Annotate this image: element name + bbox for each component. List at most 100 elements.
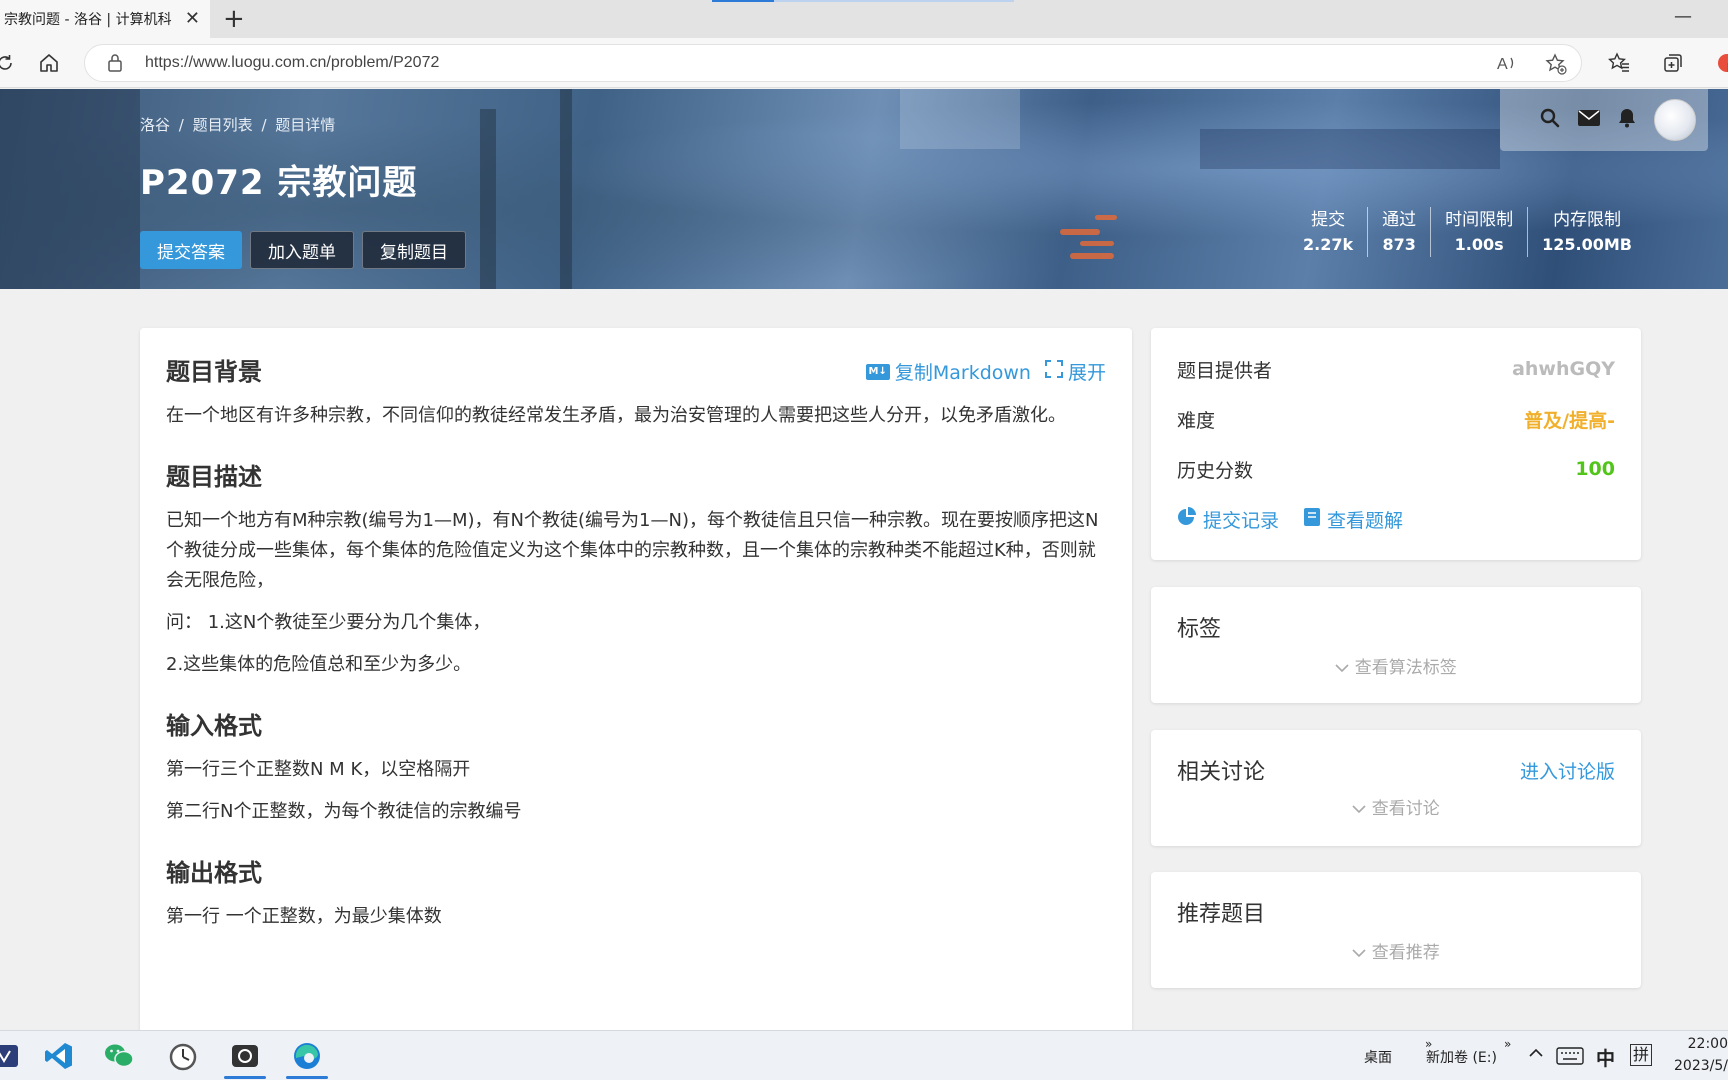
- view-tags-label: 查看算法标签: [1354, 658, 1457, 678]
- banner-texture: [0, 89, 140, 289]
- read-aloud-icon[interactable]: A: [1497, 53, 1519, 77]
- expand-icon: [1044, 360, 1063, 383]
- page-title: P2072 宗教问题: [140, 163, 418, 203]
- wechat-icon[interactable]: [92, 1031, 146, 1080]
- view-recommend-toggle[interactable]: 查看推荐: [1151, 938, 1641, 963]
- problem-stats: 提交 2.27k 通过 873 时间限制 1.00s 内存限制 125.00MB: [1289, 207, 1646, 257]
- edge-browser-icon[interactable]: [280, 1031, 334, 1080]
- score-row: 历史分数 100: [1151, 444, 1641, 494]
- problem-content-card: M↓ 复制Markdown 展开 题目背景 在一个地区有许多种宗教，不同信仰的教…: [140, 328, 1132, 1048]
- provider-row: 题目提供者 ahwhGQY: [1151, 344, 1641, 394]
- view-solutions-link[interactable]: 查看题解: [1303, 506, 1403, 533]
- copy-markdown-label: 复制Markdown: [894, 362, 1031, 384]
- system-clock[interactable]: 22:00 2023/5/: [1668, 1033, 1728, 1077]
- add-to-list-button[interactable]: 加入题单: [250, 231, 354, 269]
- description-text: 已知一个地方有M种宗教(编号为1—M)，有N个教徒(编号为1—N)，每个教徒信且…: [166, 510, 1099, 591]
- provider-label: 题目提供者: [1177, 359, 1273, 382]
- mail-icon[interactable]: [1578, 110, 1600, 130]
- tab-close-icon[interactable]: ✕: [185, 9, 200, 29]
- breadcrumb-sep: /: [178, 116, 184, 134]
- home-icon[interactable]: [34, 48, 64, 78]
- banner-texture: [1095, 215, 1117, 220]
- browser-tab[interactable]: 宗教问题 - 洛谷 | 计算机科 ✕: [0, 0, 210, 38]
- tags-header: 标签: [1151, 587, 1641, 643]
- keyboard-icon[interactable]: [1556, 1047, 1584, 1069]
- chevron-right-icon: »: [1504, 1037, 1512, 1051]
- copy-markdown-button[interactable]: M↓ 复制Markdown: [865, 358, 1031, 385]
- banner-texture: [1070, 253, 1114, 259]
- stat-value: 2.27k: [1303, 235, 1354, 254]
- input-format-text: 第一行三个正整数N M K，以空格隔开: [166, 759, 471, 780]
- provider-name[interactable]: ahwhGQY: [1512, 358, 1615, 380]
- bell-icon[interactable]: [1618, 108, 1636, 132]
- breadcrumb-problem-list[interactable]: 题目列表: [193, 116, 253, 134]
- banner-texture: [1080, 241, 1114, 246]
- recommend-header: 推荐题目: [1151, 872, 1641, 928]
- drive-toolbar[interactable]: 新加卷 (E:): [1426, 1047, 1497, 1067]
- difficulty-row: 难度 普及/提高-: [1151, 394, 1641, 444]
- submission-records-label: 提交记录: [1203, 509, 1280, 532]
- desktop-toolbar[interactable]: 桌面: [1364, 1047, 1392, 1067]
- address-bar: https://www.luogu.com.cn/problem/P2072 A: [0, 38, 1728, 88]
- ime-language-indicator[interactable]: 中: [1596, 1044, 1615, 1071]
- minimize-icon[interactable]: —: [1674, 6, 1692, 27]
- description-text: 问： 1.这N个教徒至少要分为几个集体，: [166, 612, 491, 633]
- description-text: 2.这些集体的危险值总和至少为多少。: [166, 654, 472, 675]
- profile-icon[interactable]: [1712, 48, 1728, 78]
- stat-label: 内存限制: [1553, 210, 1622, 230]
- add-favorite-icon[interactable]: [1545, 53, 1567, 79]
- taskbar: 桌面 » 新加卷 (E:) » 中 拼 22:00 2023/5/: [0, 1030, 1728, 1080]
- favorites-icon[interactable]: [1604, 48, 1634, 78]
- tags-card: 标签 查看算法标签: [1151, 587, 1641, 703]
- stat-value: 873: [1382, 235, 1416, 254]
- browser-tab-bar: 宗教问题 - 洛谷 | 计算机科 ✕ + —: [0, 0, 1728, 38]
- copy-problem-button[interactable]: 复制题目: [362, 231, 466, 269]
- expand-button[interactable]: 展开: [1044, 358, 1106, 385]
- tags-title: 标签: [1177, 617, 1222, 642]
- background-text: 在一个地区有许多种宗教，不同信仰的教徒经常发生矛盾，最为治安管理的人需要把这些人…: [166, 405, 1066, 426]
- chevron-up-icon[interactable]: [1528, 1045, 1544, 1065]
- clock-app-icon[interactable]: [156, 1031, 210, 1080]
- section-heading-description: 题目描述: [166, 463, 262, 491]
- lock-icon[interactable]: [107, 53, 123, 77]
- ime-mode-indicator[interactable]: 拼: [1630, 1044, 1653, 1066]
- terminal-app-icon[interactable]: [218, 1031, 272, 1080]
- stat-value: 1.00s: [1454, 235, 1504, 254]
- enter-forum-link[interactable]: 进入讨论版: [1520, 757, 1615, 784]
- stat-label: 通过: [1382, 210, 1417, 230]
- discussion-header: 相关讨论 进入讨论版: [1151, 730, 1641, 786]
- view-tags-toggle[interactable]: 查看算法标签: [1151, 653, 1641, 678]
- breadcrumb: 洛谷 / 题目列表 / 题目详情: [140, 114, 339, 135]
- problem-info-card: 题目提供者 ahwhGQY 难度 普及/提高- 历史分数 100 提交记录 查看…: [1151, 328, 1641, 560]
- submit-answer-button[interactable]: 提交答案: [140, 231, 242, 269]
- search-icon[interactable]: [1540, 108, 1560, 132]
- chevron-down-icon: [1352, 943, 1371, 963]
- submission-records-link[interactable]: 提交记录: [1177, 506, 1279, 533]
- collections-icon[interactable]: [1658, 48, 1688, 78]
- score-value: 100: [1575, 458, 1615, 480]
- view-recommend-label: 查看推荐: [1371, 943, 1440, 963]
- stat-label: 时间限制: [1445, 210, 1514, 230]
- banner-texture: [900, 89, 1020, 149]
- difficulty-badge: 普及/提高-: [1524, 409, 1615, 432]
- svg-text:A: A: [1497, 56, 1508, 73]
- taskbar-app-icon[interactable]: [0, 1031, 32, 1080]
- stat-submissions: 提交 2.27k: [1289, 207, 1367, 257]
- section-heading-input: 输入格式: [166, 712, 262, 740]
- vscode-icon[interactable]: [32, 1031, 86, 1080]
- output-format-text: 第一行 一个正整数，为最少集体数: [166, 906, 442, 927]
- breadcrumb-home[interactable]: 洛谷: [140, 116, 170, 134]
- clock-time: 22:00: [1687, 1036, 1728, 1052]
- view-discussion-toggle[interactable]: 查看讨论: [1151, 794, 1641, 819]
- refresh-icon[interactable]: [0, 48, 20, 78]
- expand-label: 展开: [1067, 362, 1106, 384]
- info-links: 提交记录 查看题解: [1151, 494, 1641, 544]
- banner-texture: [480, 109, 496, 289]
- stat-memory-limit: 内存限制 125.00MB: [1527, 207, 1646, 257]
- url-field[interactable]: https://www.luogu.com.cn/problem/P2072 A: [84, 44, 1582, 82]
- stat-time-limit: 时间限制 1.00s: [1430, 207, 1527, 257]
- avatar[interactable]: [1654, 99, 1696, 141]
- new-tab-icon[interactable]: +: [223, 4, 245, 34]
- user-toolbar: [1500, 89, 1708, 151]
- view-discussion-label: 查看讨论: [1371, 799, 1440, 819]
